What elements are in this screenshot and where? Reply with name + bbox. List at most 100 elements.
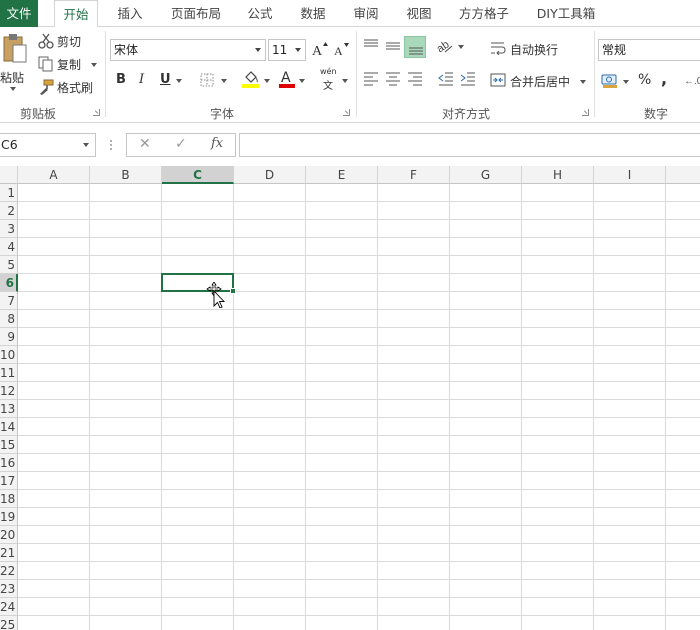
row-header-24[interactable]: 24 — [0, 598, 18, 616]
tab-fangfang[interactable]: 方方格子 — [452, 0, 516, 27]
percent-style-button[interactable]: % — [638, 72, 651, 88]
row-header-20[interactable]: 20 — [0, 526, 18, 544]
align-left-icon[interactable] — [363, 72, 379, 86]
name-box[interactable]: C6 — [0, 133, 96, 157]
accounting-format-button[interactable] — [601, 71, 631, 91]
decrease-font-size-button[interactable]: A — [333, 39, 351, 59]
column-header-b[interactable]: B — [90, 166, 162, 184]
column-header-f[interactable]: F — [378, 166, 450, 184]
row-header-12[interactable]: 12 — [0, 382, 18, 400]
align-center-icon[interactable] — [385, 72, 401, 86]
row-header-11[interactable]: 11 — [0, 364, 18, 382]
paste-button[interactable]: 粘贴 — [0, 31, 30, 93]
number-format-select[interactable]: 常规 — [598, 39, 700, 61]
tab-page-layout[interactable]: 页面布局 — [163, 0, 229, 27]
row-header-6[interactable]: 6 — [0, 274, 18, 292]
column-header-c[interactable]: C — [162, 166, 234, 184]
row-header-22[interactable]: 22 — [0, 562, 18, 580]
italic-button[interactable]: I — [139, 72, 144, 87]
increase-decimal-icon[interactable]: ←.0 — [684, 73, 700, 87]
tab-data[interactable]: 数据 — [293, 0, 333, 27]
currency-icon — [601, 74, 617, 88]
increase-indent-icon[interactable] — [460, 72, 476, 86]
tab-review[interactable]: 审阅 — [346, 0, 386, 27]
orientation-button[interactable]: ab — [436, 37, 466, 57]
decrease-indent-icon[interactable] — [438, 72, 454, 86]
tab-view[interactable]: 视图 — [399, 0, 439, 27]
align-middle-icon[interactable] — [385, 39, 401, 53]
underline-button[interactable]: U — [160, 72, 171, 87]
column-header-d[interactable]: D — [234, 166, 306, 184]
tab-insert[interactable]: 插入 — [110, 0, 150, 27]
merge-center-button[interactable]: 合并后居中 — [490, 71, 590, 91]
gridline-vertical — [305, 184, 306, 630]
insert-function-button[interactable]: fx — [211, 136, 223, 151]
gridline-horizontal — [18, 327, 700, 328]
align-right-icon[interactable] — [407, 72, 423, 86]
underline-dropdown-icon[interactable] — [176, 79, 182, 83]
row-header-15[interactable]: 15 — [0, 436, 18, 454]
wrap-text-button[interactable]: 自动换行 — [490, 39, 570, 59]
align-bottom-button[interactable] — [404, 36, 426, 58]
format-painter-button[interactable]: 格式刷 — [38, 78, 98, 96]
column-header-a[interactable]: A — [18, 166, 90, 184]
cancel-icon[interactable]: ✕ — [139, 136, 151, 152]
row-header-23[interactable]: 23 — [0, 580, 18, 598]
column-header-h[interactable]: H — [522, 166, 594, 184]
column-header-i[interactable]: I — [594, 166, 666, 184]
borders-button[interactable] — [200, 71, 230, 91]
fill-color-swatch — [242, 84, 259, 88]
row-header-5[interactable]: 5 — [0, 256, 18, 274]
row-header-2[interactable]: 2 — [0, 202, 18, 220]
row-header-18[interactable]: 18 — [0, 490, 18, 508]
font-color-button[interactable]: A — [279, 69, 309, 91]
tab-diy-toolbox[interactable]: DIY工具箱 — [530, 0, 602, 27]
row-header-14[interactable]: 14 — [0, 418, 18, 436]
font-size-select[interactable]: 11 — [268, 39, 306, 61]
row-header-17[interactable]: 17 — [0, 472, 18, 490]
row-header-25[interactable]: 25 — [0, 616, 18, 630]
row-header-10[interactable]: 10 — [0, 346, 18, 364]
row-header-21[interactable]: 21 — [0, 544, 18, 562]
gridline-horizontal — [18, 219, 700, 220]
formula-bar: C6 ✕ ✓ fx — [0, 123, 700, 166]
row-header-9[interactable]: 9 — [0, 328, 18, 346]
gridline-horizontal — [18, 237, 700, 238]
tab-file[interactable]: 文件 — [0, 0, 38, 27]
tab-home[interactable]: 开始 — [54, 0, 98, 28]
row-header-8[interactable]: 8 — [0, 310, 18, 328]
column-header-g[interactable]: G — [450, 166, 522, 184]
fill-handle[interactable] — [230, 288, 236, 294]
gridline-vertical — [593, 184, 594, 630]
row-header-19[interactable]: 19 — [0, 508, 18, 526]
row-header-13[interactable]: 13 — [0, 400, 18, 418]
paste-dropdown-icon[interactable] — [10, 87, 16, 91]
comma-style-button[interactable]: , — [661, 69, 667, 88]
column-header-overflow[interactable] — [666, 166, 700, 184]
copy-dropdown-icon[interactable] — [91, 63, 97, 67]
row-header-4[interactable]: 4 — [0, 238, 18, 256]
phonetic-button[interactable]: wén 文 — [320, 67, 350, 93]
row-header-16[interactable]: 16 — [0, 454, 18, 472]
copy-button[interactable]: 复制 — [38, 55, 100, 73]
row-header-1[interactable]: 1 — [0, 184, 18, 202]
cut-button[interactable]: 剪切 — [38, 32, 88, 50]
gridline-horizontal — [18, 561, 700, 562]
alignment-launcher-icon[interactable] — [582, 109, 589, 116]
clipboard-launcher-icon[interactable] — [93, 109, 100, 116]
increase-font-size-button[interactable]: A — [311, 39, 329, 59]
font-name-select[interactable]: 宋体 — [110, 39, 266, 61]
enter-icon[interactable]: ✓ — [175, 136, 187, 152]
worksheet-grid[interactable]: A B C D E F G H I 1 2 3 4 5 6 7 8 9 10 11 12 13 14 15 16 17 18 19 20… — [0, 166, 700, 630]
bold-button[interactable]: B — [116, 72, 126, 87]
fill-color-button[interactable] — [242, 69, 272, 91]
formula-input[interactable] — [239, 133, 700, 157]
row-header-7[interactable]: 7 — [0, 292, 18, 310]
column-header-e[interactable]: E — [306, 166, 378, 184]
merge-center-label: 合并后居中 — [510, 75, 571, 89]
row-header-3[interactable]: 3 — [0, 220, 18, 238]
tab-formulas[interactable]: 公式 — [240, 0, 280, 27]
font-launcher-icon[interactable] — [343, 109, 350, 116]
align-top-icon[interactable] — [363, 39, 379, 53]
select-all-corner[interactable] — [0, 166, 18, 184]
